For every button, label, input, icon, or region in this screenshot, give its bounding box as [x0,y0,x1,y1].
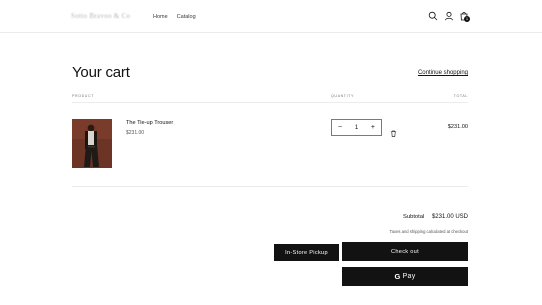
cart-count-badge: 1 [464,16,470,22]
column-header-quantity: QUANTITY [331,94,354,98]
subtotal-value: $231.00 USD [431,214,468,220]
nav-home[interactable]: Home [153,14,168,20]
account-icon[interactable] [444,11,454,21]
checkout-button[interactable]: Check out [342,242,468,261]
main-nav: Home Catalog [153,14,196,20]
decrease-quantity-button[interactable]: − [338,124,342,131]
column-header-product: PRODUCT [72,94,94,98]
product-image[interactable] [72,119,112,168]
header-divider [72,102,468,103]
increase-quantity-button[interactable]: + [371,124,375,131]
tax-note: Taxes and shipping calculated at checkou… [389,229,468,234]
site-header: Sotto Bravoo & Co Home Catalog 1 [0,0,542,33]
quantity-value[interactable]: 1 [355,125,358,131]
page-title: Your cart [72,64,130,81]
google-pay-button[interactable]: G Pay [342,267,468,286]
google-g-icon: G [394,272,401,281]
continue-shopping-link[interactable]: Continue shopping [418,70,468,76]
subtotal-label: Subtotal [403,214,425,220]
google-pay-label: Pay [402,273,416,280]
line-item-total: $231.00 [447,124,468,130]
search-icon[interactable] [428,11,438,21]
nav-catalog[interactable]: Catalog [177,14,196,20]
in-store-pickup-button[interactable]: In-Store Pickup [274,244,339,261]
store-logo[interactable]: Sotto Bravoo & Co [71,12,130,20]
items-divider [72,186,468,187]
trash-icon[interactable] [390,124,397,137]
product-name-link[interactable]: The Tie-up Trouser [126,120,173,126]
product-unit-price: $231.00 [126,130,145,136]
column-header-total: TOTAL [453,94,468,98]
quantity-stepper[interactable]: − 1 + [331,119,382,136]
